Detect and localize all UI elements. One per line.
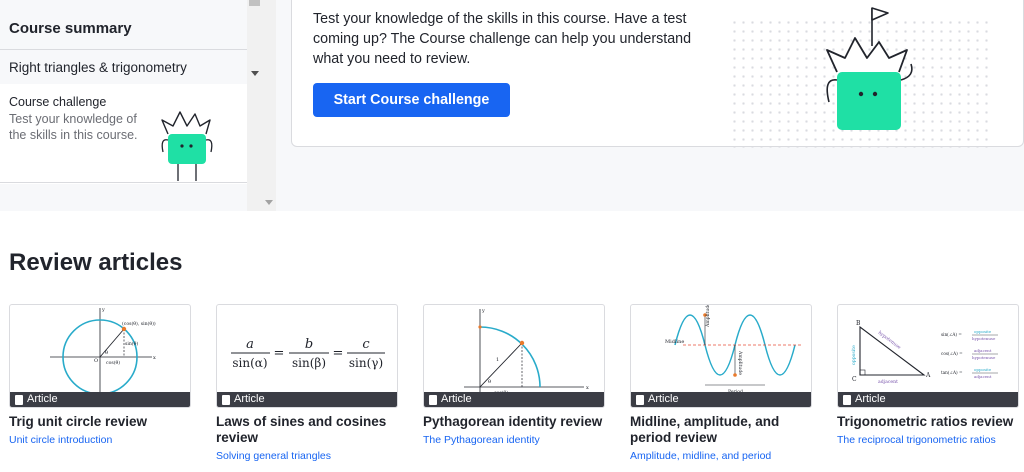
svg-text:O: O [94,358,98,364]
svg-text:y: y [481,308,485,314]
svg-text:x: x [586,385,589,391]
sidebar-divider [0,49,252,50]
sidebar-challenge-description: Test your knowledge of the skills in thi… [9,112,138,142]
svg-text:y: y [101,307,105,313]
svg-text:Midline: Midline [665,339,684,345]
svg-text:sin(θ): sin(θ) [125,340,138,347]
svg-text:b: b [305,337,313,352]
main-scrollbar[interactable] [262,0,276,211]
svg-text:sin(α): sin(α) [232,356,267,370]
article-link[interactable]: Solving general triangles [216,449,398,463]
document-icon [15,394,23,405]
svg-text:=: = [274,346,285,361]
article-badge-label: Article [441,393,472,405]
svg-text:hypotenuse: hypotenuse [877,330,902,351]
article-badge: Article [10,392,190,407]
svg-text:C: C [852,376,857,383]
article-title[interactable]: Laws of sines and cosines review [216,414,398,446]
svg-text:θ: θ [105,350,108,356]
article-badge: Article [217,392,397,407]
svg-text:x: x [153,355,156,361]
mascot-icon [161,111,213,181]
sidebar-scrollbar-thumb[interactable] [249,0,260,6]
article-link[interactable]: The Pythagorean identity [423,433,605,447]
article-thumbnail[interactable]: 1 θ cos(θ) x y Article [423,304,605,408]
svg-text:cos(∠A) =: cos(∠A) = [941,351,963,356]
svg-text:a: a [246,337,254,352]
article-badge: Article [424,392,604,407]
sidebar-divider [0,182,252,183]
article-badge: Article [631,392,811,407]
article-thumbnail[interactable]: B C A opposite hypotenuse adjacent sin(∠… [837,304,1019,408]
document-icon [429,394,437,405]
svg-text:1: 1 [496,357,499,363]
main-scroll-down-icon[interactable] [265,200,273,205]
sidebar-scroll-down-icon[interactable] [251,71,259,76]
svg-text:(cos(θ), sin(θ)): (cos(θ), sin(θ)) [122,320,156,327]
svg-text:sin(γ): sin(γ) [349,356,383,370]
course-sidebar: Course summary Right triangles & trigono… [0,0,262,211]
start-course-challenge-button[interactable]: Start Course challenge [313,83,510,117]
article-badge-label: Article [648,393,679,405]
svg-text:cos(θ): cos(θ) [106,359,120,366]
article-card[interactable]: (cos(θ), sin(θ)) sin(θ) cos(θ) θ O x y A… [9,304,191,447]
document-icon [222,394,230,405]
svg-text:θ: θ [488,379,491,385]
sidebar-scrollbar[interactable] [247,0,262,211]
svg-text:adjacent: adjacent [974,374,992,379]
article-thumbnail[interactable]: a sin(α) = b sin(β) = c sin(γ) Article [216,304,398,408]
svg-text:Amplitude: Amplitude [705,305,711,328]
svg-text:B: B [856,320,861,327]
article-badge-label: Article [855,393,886,405]
svg-text:adjacent: adjacent [974,348,992,353]
svg-text:hypotenuse: hypotenuse [972,336,996,341]
svg-text:opposite: opposite [974,329,992,334]
article-link[interactable]: Amplitude, midline, and period [630,449,812,463]
article-card[interactable]: 1 θ cos(θ) x y Article Pythagorean ident… [423,304,605,447]
sidebar-item-unit[interactable]: Right triangles & trigonometry [9,60,187,75]
challenge-description: Test your knowledge of the skills in thi… [313,11,692,67]
article-thumbnail[interactable]: Midline Amplitude Amplitude Period Artic… [630,304,812,408]
article-title[interactable]: Pythagorean identity review [423,414,605,430]
article-title[interactable]: Trig unit circle review [9,414,191,430]
mascot-icon [826,7,913,130]
article-card[interactable]: a sin(α) = b sin(β) = c sin(γ) Article L… [216,304,398,463]
article-badge-label: Article [234,393,265,405]
svg-text:A: A [925,372,931,379]
svg-text:hypotenuse: hypotenuse [972,355,996,360]
article-title[interactable]: Midline, amplitude, and period review [630,414,812,446]
article-thumbnail[interactable]: (cos(θ), sin(θ)) sin(θ) cos(θ) θ O x y A… [9,304,191,408]
svg-text:sin(β): sin(β) [292,356,326,370]
article-link[interactable]: The reciprocal trigonometric ratios [837,433,1019,447]
svg-text:opposite: opposite [851,345,857,365]
article-title[interactable]: Trigonometric ratios review [837,414,1019,430]
article-badge: Article [838,392,1018,407]
sidebar-challenge-title: Course challenge [9,95,107,109]
sidebar-item-course-summary[interactable]: Course summary [9,20,132,37]
review-articles-heading: Review articles [9,249,183,276]
svg-text:=: = [333,346,344,361]
svg-text:Amplitude: Amplitude [737,350,743,375]
svg-text:c: c [362,337,370,352]
article-badge-label: Article [27,393,58,405]
document-icon [636,394,644,405]
document-icon [843,394,851,405]
article-card[interactable]: Midline Amplitude Amplitude Period Artic… [630,304,812,463]
svg-text:opposite: opposite [974,367,992,372]
article-card[interactable]: B C A opposite hypotenuse adjacent sin(∠… [837,304,1019,447]
svg-text:tan(∠A) =: tan(∠A) = [941,370,963,375]
article-link[interactable]: Unit circle introduction [9,433,191,447]
svg-text:adjacent: adjacent [878,379,898,385]
svg-text:sin(∠A) =: sin(∠A) = [941,332,962,337]
